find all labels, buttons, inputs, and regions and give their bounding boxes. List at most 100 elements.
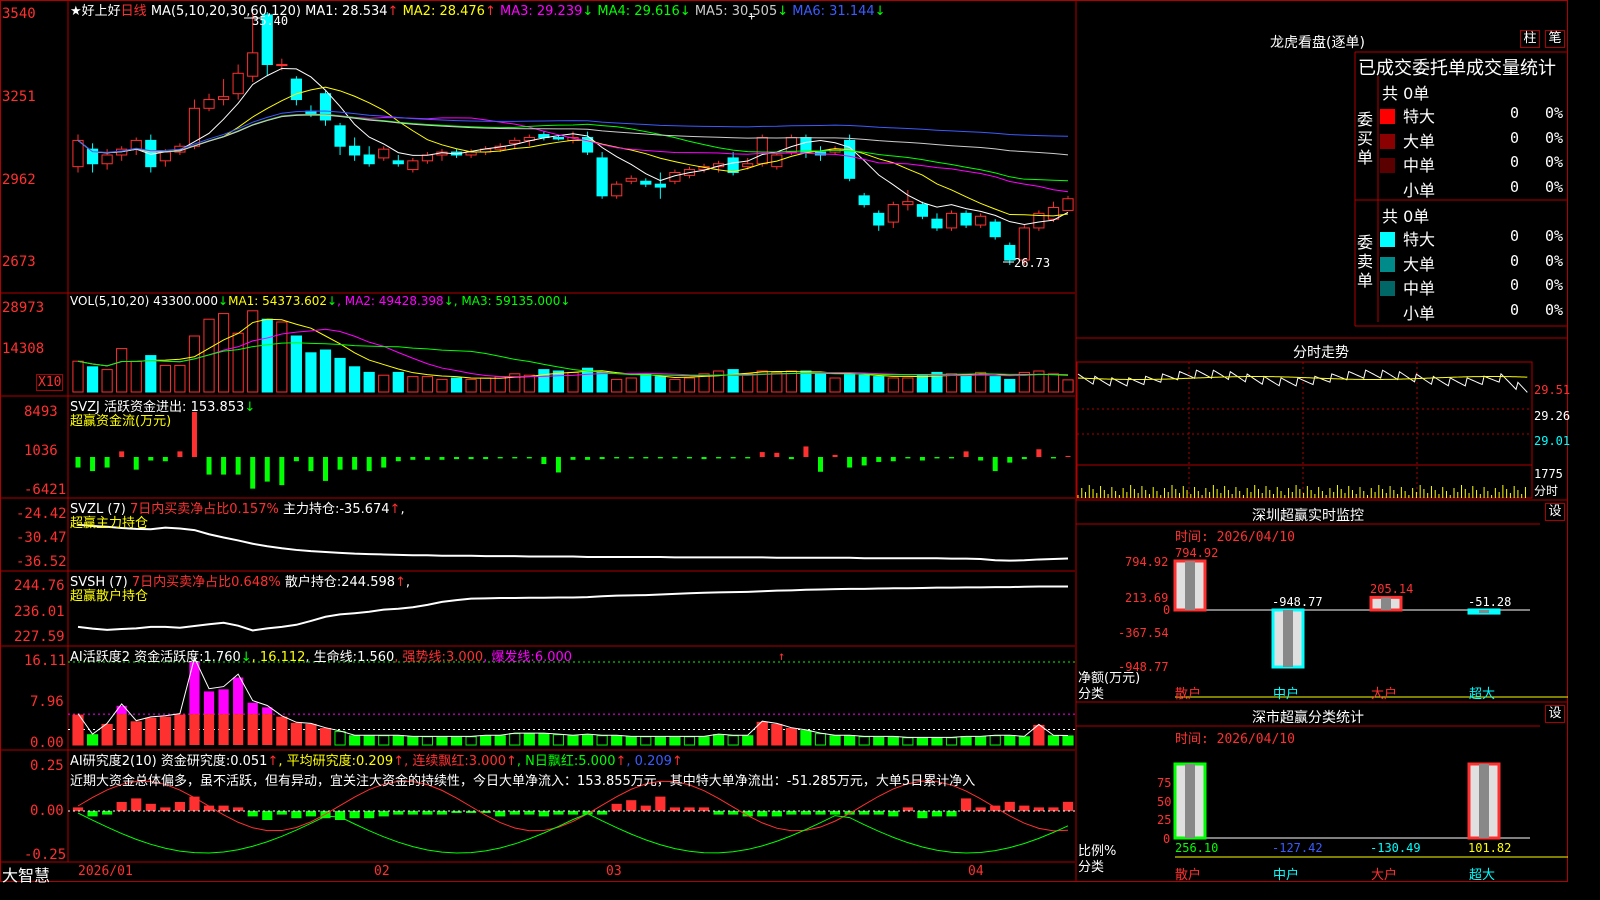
- sell-row-label: 特大: [1403, 230, 1436, 249]
- date-label: 04: [968, 864, 984, 879]
- sell-row-count: 0: [1510, 276, 1520, 294]
- ai2-bar: [262, 714, 273, 745]
- volume-bar: [450, 377, 463, 393]
- ai2-bar: [480, 735, 492, 746]
- air-bar: [495, 811, 506, 817]
- air-bar: [1019, 805, 1030, 811]
- air-item-5: , 0.209: [626, 754, 672, 769]
- ai2-ytick: 16.11: [24, 653, 67, 669]
- tick-mode-button[interactable]: 笔: [1545, 30, 1565, 48]
- ai2-bar: [86, 734, 99, 746]
- vol-ma-3: , MA3: 59135.000: [453, 294, 561, 308]
- air-bar: [698, 807, 710, 811]
- ai2-bar: [611, 735, 623, 746]
- svzj-bar: [890, 457, 896, 462]
- air-bar: [349, 811, 360, 819]
- ai2-bar: [203, 714, 215, 745]
- ai2-bar: [392, 735, 404, 746]
- ma-arrow: ↓: [777, 4, 789, 19]
- ai2-bar: [669, 736, 681, 746]
- ai2-bar: [290, 722, 302, 746]
- ai2-bar: [887, 736, 899, 746]
- candle: [902, 201, 914, 206]
- volume-bar: [887, 377, 899, 393]
- ai2-bar: [945, 737, 958, 746]
- svzj-bar: [148, 457, 154, 461]
- svzj-bar: [162, 457, 168, 462]
- monitor-xlabel: 分类: [1078, 687, 1105, 702]
- svzj-bar: [614, 457, 620, 459]
- svzj-bar: [221, 457, 227, 475]
- candle: [509, 139, 521, 144]
- ai2-bar: [421, 736, 434, 746]
- candle: [465, 151, 477, 156]
- candle: [625, 177, 637, 182]
- candle: [421, 154, 434, 162]
- svzj-bar: [381, 457, 387, 468]
- ai2-bar: [552, 734, 565, 746]
- ai2-bar: [538, 733, 550, 746]
- ai2-bar: [276, 716, 288, 746]
- buy-row-pct: 0%: [1545, 104, 1564, 122]
- star-icon[interactable]: ★: [70, 4, 82, 19]
- ai2-bar: [319, 728, 332, 746]
- ai2-bar: [1047, 735, 1060, 746]
- ai2-bar-top: [218, 689, 229, 715]
- ai2-bar: [902, 737, 914, 746]
- candle: [989, 221, 1001, 238]
- volume-bar: [436, 378, 448, 393]
- candle: [611, 183, 623, 197]
- ai2-bar: [116, 714, 127, 745]
- ma-value-6: MA6: 31.144: [788, 4, 875, 19]
- ai2-bar: [407, 736, 419, 746]
- volume-bar: [1062, 379, 1074, 393]
- air-bar: [509, 811, 520, 815]
- legend-swatch: [1380, 133, 1395, 149]
- monitor-ytick: 0: [1163, 603, 1171, 617]
- sell-row-pct: 0%: [1545, 276, 1564, 294]
- svzj-bar: [250, 457, 256, 489]
- monitor-value-label: 205.14: [1370, 582, 1414, 596]
- ma-value-4: MA4: 29.616: [593, 4, 680, 19]
- svzj-bar: [1036, 449, 1042, 457]
- volume-bar: [349, 366, 361, 393]
- ai2-item-2: , 16.112: [251, 650, 306, 665]
- monitor-settings-button[interactable]: 设: [1545, 503, 1565, 521]
- svzj-bar: [308, 457, 314, 472]
- svzj-bar: [1065, 455, 1071, 457]
- classify-settings-button[interactable]: 设: [1545, 705, 1565, 723]
- buy-row-label: 大单: [1403, 131, 1436, 151]
- volume-bar: [989, 376, 1001, 393]
- air-bar: [728, 811, 739, 815]
- svzj-ytick: -6421: [24, 482, 67, 498]
- buy-row-label: 小单: [1403, 180, 1436, 200]
- air-bar: [640, 805, 651, 811]
- candle: [159, 151, 171, 162]
- ai2-bar: [581, 734, 594, 746]
- ma-arrow: ↓: [874, 4, 886, 19]
- svzj-ytick: 8493: [24, 404, 58, 420]
- monitor-category: 超大: [1469, 687, 1496, 702]
- bar-mode-button[interactable]: 柱: [1520, 30, 1540, 48]
- monitor-bar-shade: [1283, 610, 1293, 667]
- stock-name: 好上好: [81, 4, 121, 19]
- ai2-bar: [712, 734, 725, 746]
- sell-row-count: 0: [1510, 251, 1520, 270]
- monitor-ytick: 794.92: [1125, 555, 1169, 569]
- air-bar: [902, 807, 913, 811]
- air-bar: [990, 805, 1001, 811]
- ai2-bar: [1033, 724, 1045, 746]
- air-bar: [174, 802, 186, 811]
- ai2-bar: [960, 736, 972, 746]
- air-bar: [800, 811, 812, 815]
- svzj-subtitle: 超赢资金流(万元): [70, 414, 172, 429]
- ai2-bar: [844, 735, 856, 746]
- air-bar: [436, 811, 448, 815]
- candle: [276, 64, 288, 67]
- candle: [1047, 207, 1060, 220]
- candle: [640, 180, 652, 185]
- period-label[interactable]: 日线: [121, 4, 147, 19]
- monitor-bar-shade: [1479, 610, 1489, 614]
- volume-bar: [86, 366, 99, 393]
- svzj-bar: [191, 412, 197, 457]
